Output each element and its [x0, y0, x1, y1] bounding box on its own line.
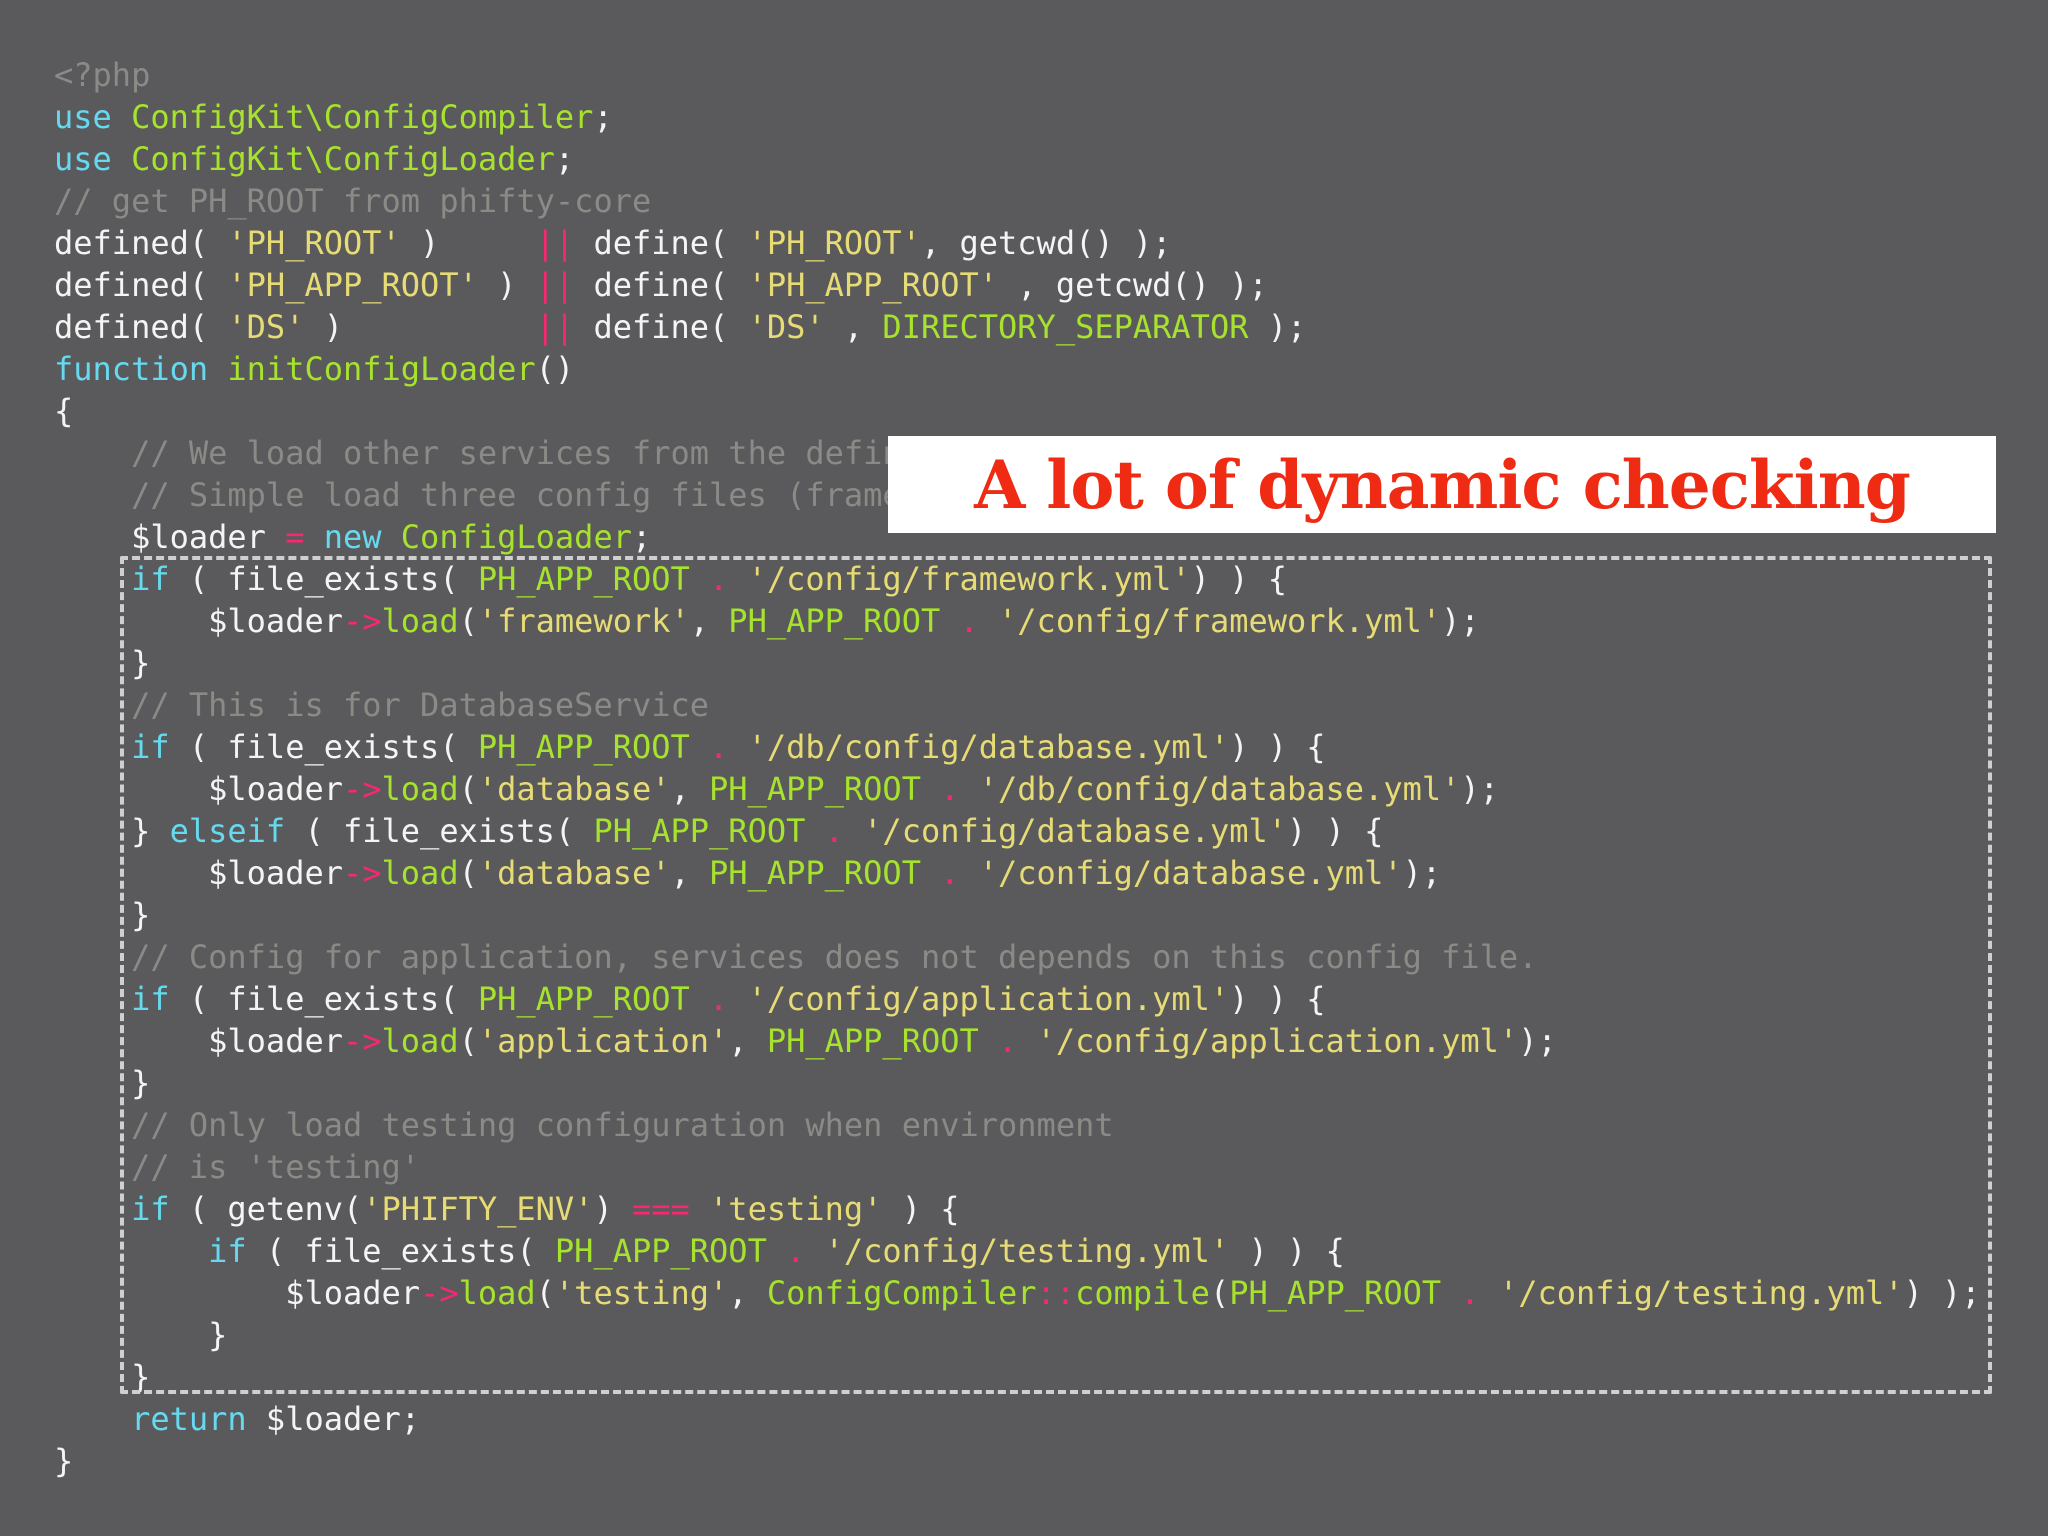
code-line: defined( 'PH_ROOT' ) || define( 'PH_ROOT… — [54, 222, 1981, 264]
code-token: defined( — [54, 308, 228, 346]
code-token: 'PH_ROOT' — [227, 224, 401, 262]
code-token: 'PH_APP_ROOT' — [747, 266, 999, 304]
code-token: 'PH_APP_ROOT' — [227, 266, 478, 304]
code-token: ; — [631, 518, 652, 556]
code-line: return $loader; — [54, 1398, 1981, 1440]
code-token: || — [535, 224, 575, 262]
code-token: ; — [554, 140, 575, 178]
code-token: ); — [1248, 308, 1307, 346]
code-token: , — [824, 308, 883, 346]
code-line: defined( 'DS' ) || define( 'DS' , DIRECT… — [54, 306, 1981, 348]
code-line: use ConfigKit\ConfigCompiler; — [54, 96, 1981, 138]
highlight-box — [120, 556, 1992, 1394]
code-token: // We load other services from the defin — [131, 434, 902, 472]
code-token: DIRECTORY_SEPARATOR — [882, 308, 1249, 346]
code-token: use — [54, 140, 112, 178]
code-token: = — [285, 518, 305, 556]
code-token: define( — [574, 308, 748, 346]
code-token: ConfigLoader — [400, 518, 632, 556]
code-token: || — [535, 308, 575, 346]
code-token: 'DS' — [747, 308, 825, 346]
code-line: } — [54, 1440, 1981, 1482]
code-token: ConfigKit\ConfigLoader — [131, 140, 555, 178]
code-line: <?php — [54, 54, 1981, 96]
code-line: function initConfigLoader() — [54, 348, 1981, 390]
code-token: } — [54, 1442, 74, 1480]
code-token: , getcwd() ); — [998, 266, 1268, 304]
code-line: use ConfigKit\ConfigLoader; — [54, 138, 1981, 180]
code-token: <?php — [54, 56, 151, 94]
code-token: defined( — [54, 224, 228, 262]
code-token: function — [54, 350, 209, 388]
code-token: return — [131, 1400, 247, 1438]
callout-label: A lot of dynamic checking — [888, 436, 1996, 533]
code-token: // get PH_ROOT from phifty-core — [54, 182, 652, 220]
code-token: () — [535, 350, 575, 388]
code-token: $loader — [54, 518, 286, 556]
code-token: // Simple load three config files (frame — [131, 476, 902, 514]
callout-text: A lot of dynamic checking — [974, 445, 1911, 524]
code-token: ConfigKit\ConfigCompiler — [131, 98, 594, 136]
code-token: , getcwd() ); — [920, 224, 1172, 262]
code-token: new — [323, 518, 382, 556]
code-token: define( — [574, 224, 748, 262]
code-token: ) — [477, 266, 536, 304]
code-line: defined( 'PH_APP_ROOT' ) || define( 'PH_… — [54, 264, 1981, 306]
code-line: // get PH_ROOT from phifty-core — [54, 180, 1981, 222]
code-token: || — [535, 266, 575, 304]
code-token: ; — [593, 98, 613, 136]
code-token: { — [54, 392, 74, 430]
code-token: use — [54, 98, 112, 136]
code-token: 'DS' — [227, 308, 305, 346]
code-token: ) — [304, 308, 536, 346]
code-token: define( — [574, 266, 748, 304]
code-token: 'PH_ROOT' — [747, 224, 921, 262]
code-line: { — [54, 390, 1981, 432]
code-token: ) — [400, 224, 536, 262]
code-token: initConfigLoader — [227, 350, 536, 388]
code-token: $loader; — [246, 1400, 421, 1438]
code-token: defined( — [54, 266, 228, 304]
